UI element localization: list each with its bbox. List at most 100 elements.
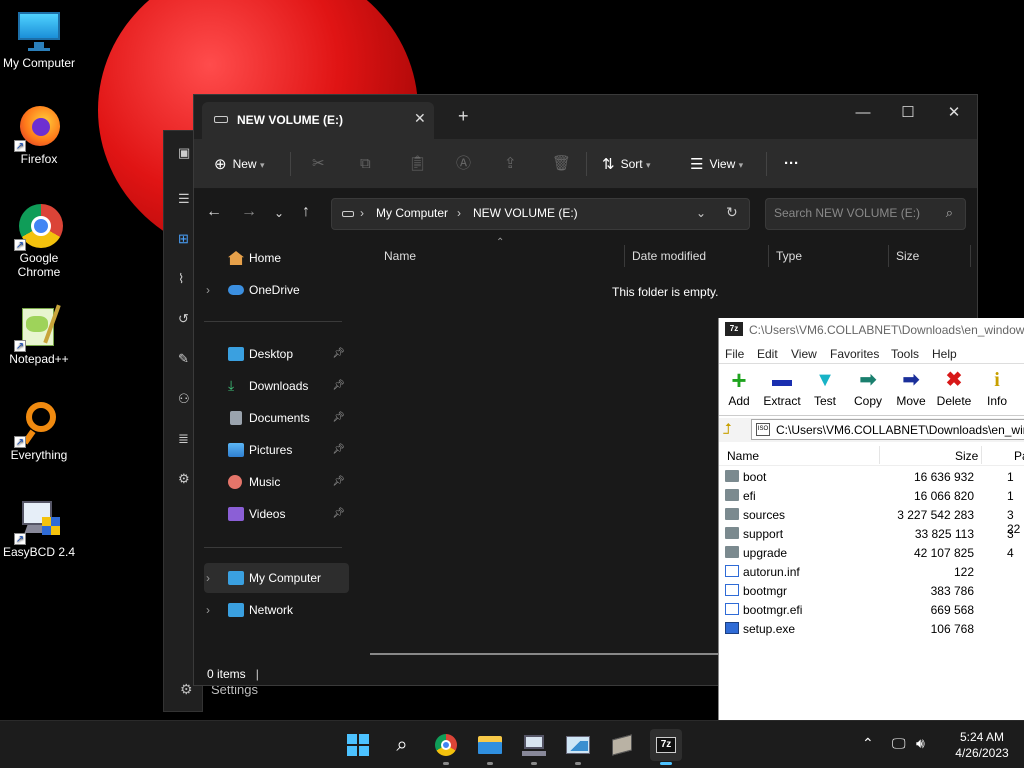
more-options-button[interactable]: ···	[784, 153, 799, 175]
history-icon[interactable]: ↺	[178, 311, 192, 326]
pin-icon[interactable]: 📌︎	[332, 467, 345, 497]
maximize-button[interactable]: ☐	[893, 101, 923, 125]
breadcrumb-new-volume[interactable]: NEW VOLUME (E:)	[473, 206, 578, 220]
column-header-name[interactable]: Name	[727, 449, 759, 463]
nav-item-my-computer[interactable]: › My Computer	[204, 563, 349, 593]
delete-button[interactable]: ✖ Delete	[932, 366, 976, 408]
performance-icon[interactable]: ✎	[178, 351, 192, 366]
file-row[interactable]: sources 3 227 542 283 3 22	[719, 506, 1024, 536]
menu-favorites[interactable]: Favorites	[830, 347, 879, 361]
file-row[interactable]: autorun.inf 122	[719, 563, 1024, 582]
nav-item-network[interactable]: › Network	[204, 595, 349, 625]
volume-tray-icon[interactable]: 🔊︎	[916, 735, 925, 752]
explorer-tab[interactable]: NEW VOLUME (E:) ✕	[202, 102, 434, 139]
settings-gear-icon[interactable]: ⚙	[180, 681, 193, 698]
desktop-icon-firefox[interactable]: ↗ Firefox	[0, 104, 78, 166]
desktop-icon-chrome[interactable]: ↗ Google Chrome	[0, 203, 78, 279]
minimize-button[interactable]: —	[848, 101, 878, 125]
7zip-window[interactable]: 7z C:\Users\VM6.COLLABNET\Downloads\en_w…	[718, 318, 1024, 720]
refresh-icon[interactable]: ↻	[726, 204, 738, 221]
up-arrow-icon[interactable]: ↑	[302, 203, 310, 221]
nav-item-pictures[interactable]: Pictures 📌︎	[204, 435, 349, 465]
users-icon[interactable]: ⚇	[178, 391, 192, 406]
copy-icon[interactable]: ⧉	[360, 153, 371, 175]
cut-icon[interactable]: ✂	[312, 153, 325, 175]
add-button[interactable]: + Add	[717, 366, 761, 408]
view-button[interactable]: ☰ View ▾	[690, 153, 743, 175]
file-row[interactable]: bootmgr.efi 669 568	[719, 601, 1024, 620]
new-button[interactable]: ⊕ New ▾	[214, 153, 264, 175]
column-header-type[interactable]: Type	[776, 249, 802, 263]
horizontal-scrollbar[interactable]	[370, 653, 718, 655]
7zip-path-input[interactable]: ISO C:\Users\VM6.COLLABNET\Downloads\en_…	[751, 419, 1024, 440]
services-icon[interactable]: ⚙	[178, 471, 192, 486]
pin-icon[interactable]: 📌︎	[332, 371, 345, 401]
extract-button[interactable]: ▬ Extract	[760, 366, 804, 408]
pin-icon[interactable]: 📌︎	[332, 435, 345, 465]
desktop-icon-everything[interactable]: ↗ Everything	[0, 400, 78, 462]
forward-arrow-icon[interactable]: →	[241, 203, 257, 221]
column-header-date[interactable]: Date modified	[632, 249, 706, 263]
expand-chevron-icon[interactable]: ›	[206, 595, 210, 625]
7zip-titlebar[interactable]: 7z C:\Users\VM6.COLLABNET\Downloads\en_w…	[719, 318, 1024, 342]
show-hidden-icons-chevron-icon[interactable]: ⌃	[862, 735, 874, 752]
pin-icon[interactable]: 📌︎	[332, 403, 345, 433]
desktop-icon-my-computer[interactable]: My Computer	[0, 8, 78, 70]
nav-item-home[interactable]: Home	[204, 243, 349, 273]
explorer-titlebar[interactable]: NEW VOLUME (E:) ✕ + — ☐ ✕	[194, 95, 977, 139]
menu-help[interactable]: Help	[932, 347, 957, 361]
control-panel-taskbar-icon[interactable]	[518, 729, 550, 765]
search-taskbar-icon[interactable]: ⌕	[386, 729, 418, 761]
file-row[interactable]: bootmgr 383 786	[719, 582, 1024, 601]
nav-item-onedrive[interactable]: › OneDrive	[204, 275, 349, 305]
test-button[interactable]: ▼ Test	[803, 366, 847, 408]
search-input[interactable]: Search NEW VOLUME (E:) ⌕	[765, 198, 966, 230]
details-icon[interactable]: ≣	[178, 431, 192, 446]
sort-button[interactable]: ⇅ Sort ▾	[602, 153, 650, 175]
desktop-icon-notepadpp[interactable]: ↗ Notepad++	[0, 304, 78, 366]
monitor-app-taskbar-icon[interactable]	[562, 729, 594, 765]
nav-item-documents[interactable]: Documents 📌︎	[204, 403, 349, 433]
menu-file[interactable]: File	[725, 347, 744, 361]
copy-button[interactable]: ➡ Copy	[846, 366, 890, 408]
start-button[interactable]	[342, 729, 374, 761]
desktop-icon-easybcd[interactable]: ↗ EasyBCD 2.4	[0, 497, 78, 559]
pin-icon[interactable]: 📌︎	[332, 499, 345, 529]
expand-chevron-icon[interactable]: ›	[206, 275, 210, 305]
column-header-name[interactable]: Name	[384, 249, 416, 263]
grid-icon[interactable]: ⊞	[178, 231, 192, 246]
column-header-size[interactable]: Size	[955, 449, 978, 463]
file-row[interactable]: setup.exe 106 768	[719, 620, 1024, 639]
up-folder-icon[interactable]: ⮥	[723, 421, 732, 438]
file-row[interactable]: efi 16 066 820 1	[719, 487, 1024, 506]
menu-view[interactable]: View	[791, 347, 817, 361]
menu-tools[interactable]: Tools	[891, 347, 919, 361]
file-row[interactable]: boot 16 636 932 1	[719, 468, 1024, 487]
nav-item-videos[interactable]: Videos 📌︎	[204, 499, 349, 529]
expand-chevron-icon[interactable]: ›	[206, 563, 210, 593]
nav-item-downloads[interactable]: ⤓ Downloads 📌︎	[204, 371, 349, 401]
share-icon[interactable]: ⇪	[504, 153, 517, 175]
network-tray-icon[interactable]: 🖵︎	[892, 735, 906, 752]
recent-locations-chevron-icon[interactable]: ⌄	[274, 206, 284, 220]
close-window-button[interactable]: ✕	[939, 101, 969, 125]
nav-item-desktop[interactable]: Desktop 📌︎	[204, 339, 349, 369]
address-dropdown-icon[interactable]: ⌄	[696, 206, 706, 220]
activity-icon[interactable]: ⌇	[178, 271, 192, 286]
nav-item-music[interactable]: Music 📌︎	[204, 467, 349, 497]
breadcrumb-my-computer[interactable]: My Computer	[376, 206, 448, 220]
info-button[interactable]: i Info	[975, 366, 1019, 408]
column-header-packed[interactable]: Pa	[1014, 449, 1024, 463]
file-row[interactable]: upgrade 42 107 825 4	[719, 544, 1024, 563]
new-tab-button[interactable]: +	[458, 106, 469, 126]
taskbar-clock[interactable]: 5:24 AM 4/26/2023	[944, 729, 1020, 761]
menu-edit[interactable]: Edit	[757, 347, 778, 361]
rename-icon[interactable]: Ⓐ	[456, 153, 471, 175]
back-arrow-icon[interactable]: ←	[206, 203, 222, 221]
column-header-size[interactable]: Size	[896, 249, 919, 263]
close-tab-icon[interactable]: ✕	[414, 110, 426, 127]
paste-icon[interactable]: 📋︎	[408, 153, 427, 175]
delete-icon[interactable]: 🗑︎	[552, 153, 571, 175]
file-explorer-taskbar-icon[interactable]	[474, 729, 506, 765]
move-button[interactable]: ➡ Move	[889, 366, 933, 408]
